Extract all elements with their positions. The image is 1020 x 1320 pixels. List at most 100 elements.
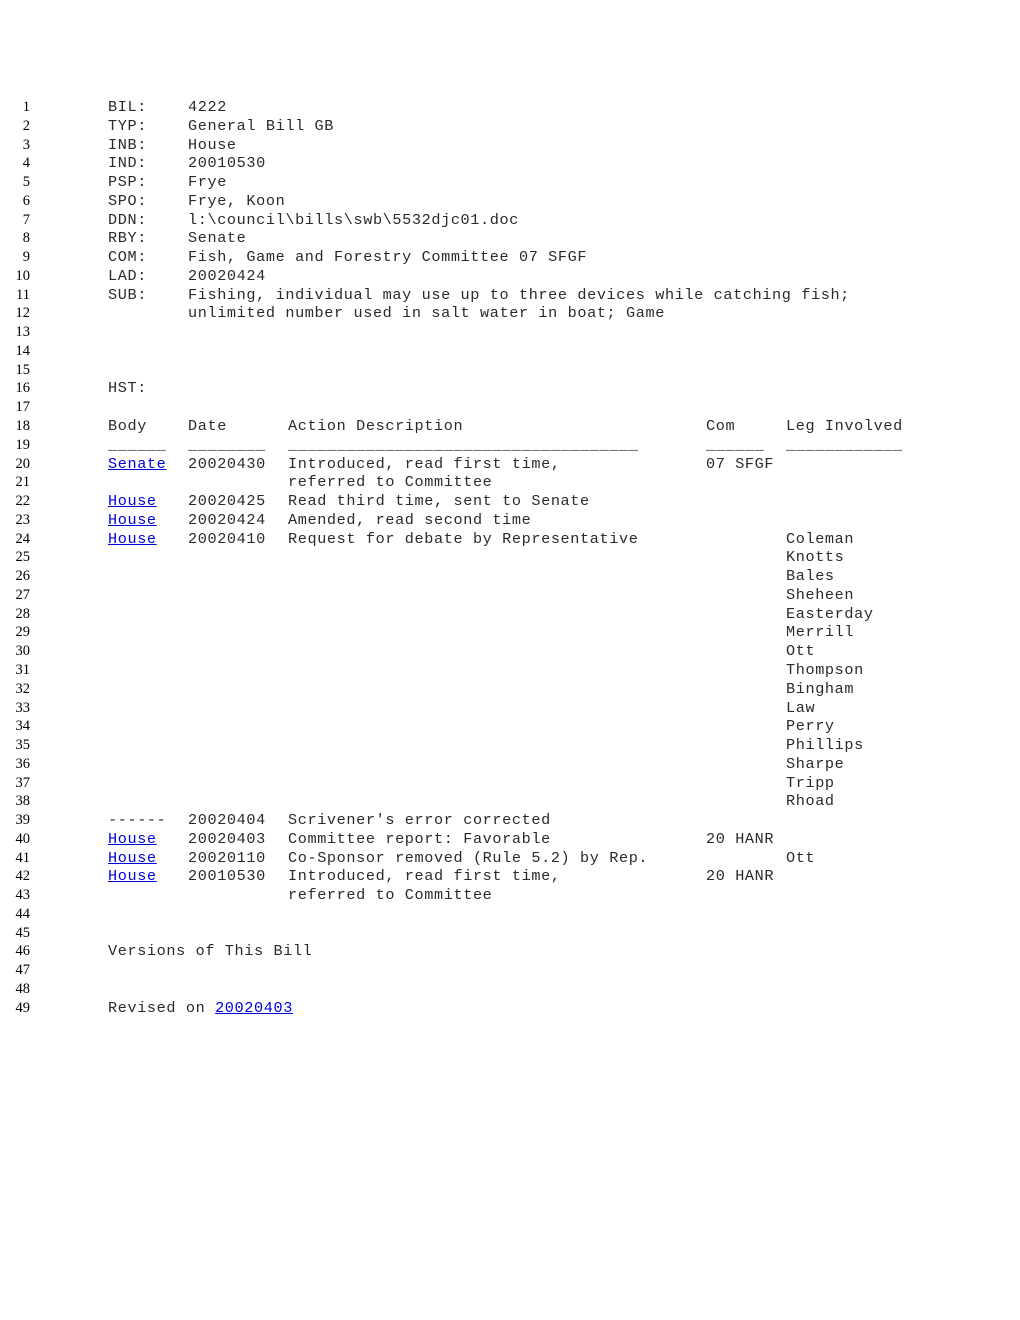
table-row: 40 House 20020403 Committee report: Favorab…	[0, 830, 1020, 849]
line-number: 12	[15, 305, 31, 322]
table-row: 22 House 20020425 Read third time, sent to …	[0, 492, 1020, 511]
table-header-row: 18 Body Date Action Description Com Leg Invol…	[0, 417, 1020, 436]
table-row: 36 Sharpe	[0, 755, 1020, 774]
leg-involved-cell: Sharpe	[786, 754, 845, 773]
table-row: 32 Bingham	[0, 680, 1020, 699]
field-row: 10 LAD: 20020424	[0, 267, 1020, 286]
body-link[interactable]: House	[108, 511, 157, 529]
document-page: 1 BIL: 4222 2 TYP: General Bill GB 3 INB: House 4…	[0, 0, 1020, 1320]
revised-date-link[interactable]: 20020403	[215, 999, 293, 1017]
body-cell: ------	[108, 811, 167, 830]
blank-line: 48	[0, 980, 1020, 999]
body-link[interactable]: House	[108, 867, 157, 885]
line-number: 24	[15, 530, 31, 547]
body-link[interactable]: Senate	[108, 455, 166, 473]
line-number: 22	[15, 493, 31, 510]
line-number: 31	[15, 661, 31, 678]
blank-line: 44	[0, 905, 1020, 924]
line-number: 46	[15, 943, 31, 960]
separator-action: ____________________________________	[288, 435, 639, 454]
action-description-cell: Introduced, read first time,	[288, 867, 561, 886]
body-link[interactable]: House	[108, 830, 157, 849]
leg-involved-cell: Ott	[786, 642, 816, 661]
line-number: 4	[22, 155, 30, 172]
leg-involved-cell: Tripp	[786, 773, 835, 792]
body-link[interactable]: House	[108, 530, 157, 549]
line-number: 41	[15, 849, 31, 866]
action-description-cell: referred to Committee	[288, 886, 493, 905]
date-cell: 20020403	[188, 829, 266, 848]
separator-date: ________	[188, 435, 266, 454]
column-header-action: Action Description	[288, 417, 464, 436]
field-value: Frye, Koon	[188, 191, 286, 210]
line-number: 1	[22, 99, 30, 115]
table-row: 29 Merrill	[0, 623, 1020, 642]
date-cell: 20020410	[188, 529, 266, 548]
line-number: 6	[22, 192, 30, 209]
field-label: SPO:	[108, 191, 147, 210]
line-number: 49	[15, 999, 31, 1016]
table-row: 28 Easterday	[0, 605, 1020, 624]
line-number: 28	[15, 605, 31, 622]
field-value: 20010530	[188, 154, 266, 173]
field-value: Fishing, individual may use up to three …	[188, 285, 850, 304]
line-number: 40	[15, 830, 31, 847]
history-section-label-row: 16 HST:	[0, 379, 1020, 398]
field-row: 3 INB: House	[0, 136, 1020, 155]
field-row: 4 IND: 20010530	[0, 154, 1020, 173]
line-number: 23	[15, 511, 31, 528]
field-row: 6 SPO: Frye, Koon	[0, 192, 1020, 211]
leg-involved-cell: Sheheen	[786, 585, 855, 604]
line-number: 34	[15, 718, 31, 735]
date-cell: 20020430	[188, 454, 266, 473]
field-label: COM:	[108, 248, 147, 267]
line-number: 30	[15, 643, 31, 660]
leg-involved-cell: Rhoad	[786, 792, 835, 811]
body-link[interactable]: House	[108, 492, 157, 511]
leg-involved-cell: Law	[786, 698, 816, 717]
blank-line: 15	[0, 361, 1020, 380]
field-label: SUB:	[108, 285, 147, 304]
line-number: 16	[15, 380, 31, 397]
table-row: 23 House 20020424 Amended, read second time	[0, 511, 1020, 530]
line-number: 15	[15, 361, 31, 378]
body-link[interactable]: House	[108, 830, 157, 848]
field-row: 11 SUB: Fishing, individual may use up to …	[0, 286, 1020, 305]
body-link[interactable]: Senate	[108, 455, 166, 474]
line-number: 48	[15, 980, 31, 997]
body-link[interactable]: House	[108, 492, 157, 510]
leg-involved-cell: Easterday	[786, 604, 874, 623]
line-number: 47	[15, 962, 31, 979]
body-link[interactable]: House	[108, 867, 157, 886]
column-header-date: Date	[188, 417, 227, 436]
table-row: 20 Senate 20020430 Introduced, read first t…	[0, 455, 1020, 474]
body-link[interactable]: House	[108, 849, 157, 868]
line-number: 37	[15, 774, 31, 791]
leg-involved-cell: Ott	[786, 848, 816, 867]
body-link[interactable]: House	[108, 511, 157, 530]
action-description-cell: Introduced, read first time,	[288, 454, 561, 473]
table-row: 21 referred to Committee	[0, 473, 1020, 492]
line-number: 2	[22, 117, 30, 134]
body-link[interactable]: House	[108, 530, 157, 548]
field-row: 8 RBY: Senate	[0, 229, 1020, 248]
body-link[interactable]: House	[108, 849, 157, 867]
column-header-com: Com	[706, 417, 736, 436]
field-row: 1 BIL: 4222	[0, 98, 1020, 117]
field-value: unlimited number used in salt water in b…	[188, 304, 665, 323]
field-label: BIL:	[108, 98, 147, 116]
line-number: 33	[15, 699, 31, 716]
line-number: 26	[15, 568, 31, 585]
table-row: 30 Ott	[0, 642, 1020, 661]
leg-involved-cell: Phillips	[786, 736, 864, 755]
field-value: 4222	[188, 98, 227, 116]
field-value: Fish, Game and Forestry Committee 07 SFG…	[188, 248, 588, 267]
line-number: 13	[15, 324, 31, 341]
line-number: 3	[22, 136, 30, 153]
table-separator-row: 19 ______ ________ ________________________…	[0, 436, 1020, 455]
table-row: 39 ------ 20020404 Scrivener's error correc…	[0, 811, 1020, 830]
field-value: Senate	[188, 229, 247, 248]
leg-involved-cell: Knotts	[786, 548, 845, 567]
leg-involved-cell: Bingham	[786, 679, 855, 698]
revised-on-row: 49 Revised on 20020403	[0, 999, 1020, 1018]
